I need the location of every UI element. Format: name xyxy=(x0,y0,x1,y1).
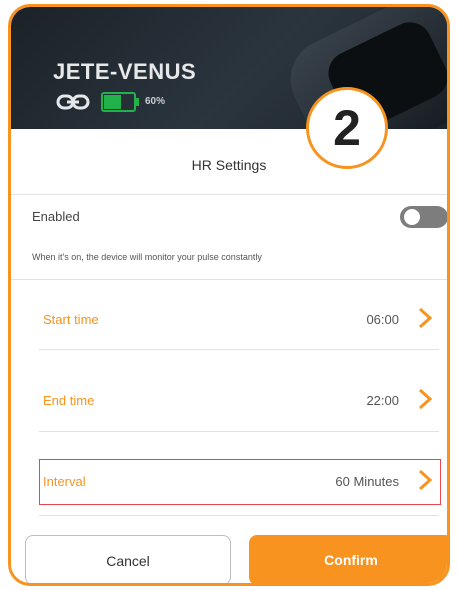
enabled-toggle[interactable] xyxy=(400,206,447,228)
cancel-button[interactable]: Cancel xyxy=(25,535,231,583)
interval-value: 60 Minutes xyxy=(335,474,399,489)
end-time-label: End time xyxy=(43,393,95,408)
chevron-right-icon xyxy=(417,388,433,415)
divider xyxy=(11,194,447,195)
enabled-label: Enabled xyxy=(32,209,80,224)
device-settings-card: JETE-VENUS 60% 2 HR Settings Enabled Whe… xyxy=(8,4,450,586)
battery-icon xyxy=(101,92,141,117)
page-title: HR Settings xyxy=(191,157,267,173)
divider xyxy=(39,515,439,516)
divider xyxy=(39,431,439,432)
divider xyxy=(11,279,447,280)
divider xyxy=(39,349,439,350)
start-time-value: 06:00 xyxy=(366,312,399,327)
confirm-button[interactable]: Confirm xyxy=(249,535,447,583)
battery-percentage: 60% xyxy=(145,96,166,107)
chevron-right-icon xyxy=(417,469,433,496)
chevron-right-icon xyxy=(417,307,433,334)
end-time-value: 22:00 xyxy=(366,393,399,408)
start-time-label: Start time xyxy=(43,312,99,327)
toggle-knob xyxy=(404,209,420,225)
enabled-description: When it's on, the device will monitor yo… xyxy=(32,252,262,262)
interval-label: Interval xyxy=(43,474,86,489)
link-icon xyxy=(56,94,90,115)
device-name: JETE-VENUS xyxy=(53,59,197,84)
